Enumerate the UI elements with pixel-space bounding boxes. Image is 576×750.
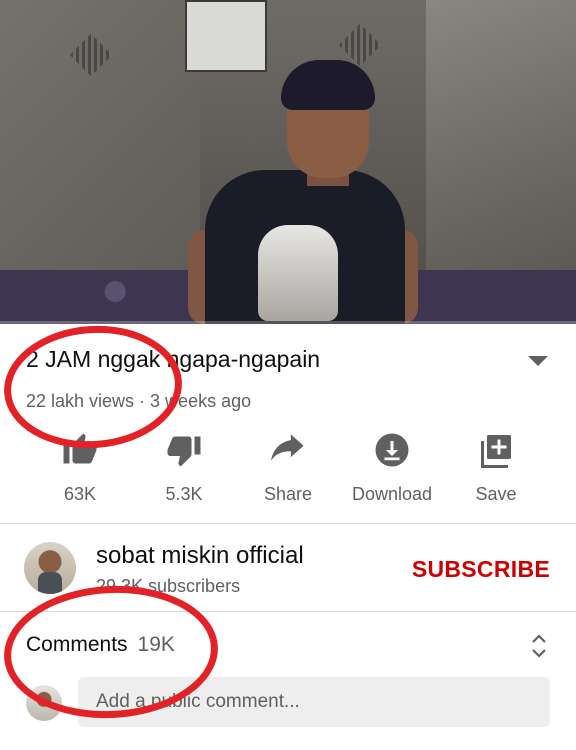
video-wall-corner [426,0,576,290]
thumb-up-icon [60,430,100,470]
video-title-row[interactable]: 2 JAM nggak ngapa-ngapain [26,346,556,382]
share-button[interactable]: Share [238,430,338,516]
video-title: 2 JAM nggak ngapa-ngapain [26,346,321,372]
download-icon [372,430,412,470]
chevron-down-icon[interactable] [528,356,548,366]
video-player[interactable] [0,0,576,324]
share-label: Share [263,484,313,504]
playlist-add-icon [476,430,516,470]
channel-row: sobat miskin official 29.3K subscribers … [0,530,576,610]
download-button[interactable]: Download [342,430,442,516]
comments-section[interactable]: Comments 19K [0,613,576,750]
subscribe-button[interactable]: SUBSCRIBE [412,556,550,583]
action-bar: 63K 5.3K Share Download Save [0,430,576,516]
video-wall-vent [338,23,382,67]
share-arrow-icon [268,430,308,470]
comments-header: Comments 19K [26,633,175,657]
channel-avatar[interactable] [24,542,76,594]
comments-label: Comments [26,633,128,656]
video-person-hair [281,60,375,110]
video-wall-poster [185,0,267,72]
channel-name[interactable]: sobat miskin official [96,542,304,570]
divider [0,611,576,612]
like-count: 63K [63,484,97,504]
expand-collapse-icon[interactable] [530,631,548,661]
dislike-button[interactable]: 5.3K [134,430,234,516]
divider [0,523,576,524]
save-label: Save [475,484,517,504]
dislike-count: 5.3K [165,484,203,504]
like-button[interactable]: 63K [30,430,130,516]
save-button[interactable]: Save [446,430,546,516]
thumb-down-icon [164,430,204,470]
comment-input[interactable] [78,677,550,727]
subscriber-count: 29.3K subscribers [96,576,241,596]
video-shirt-print [258,225,338,321]
comments-count: 19K [137,633,175,656]
download-label: Download [351,484,433,504]
video-progress-bar[interactable] [0,321,576,324]
user-avatar [26,685,62,721]
video-meta: 22 lakh views · 3 weeks ago [26,391,252,411]
